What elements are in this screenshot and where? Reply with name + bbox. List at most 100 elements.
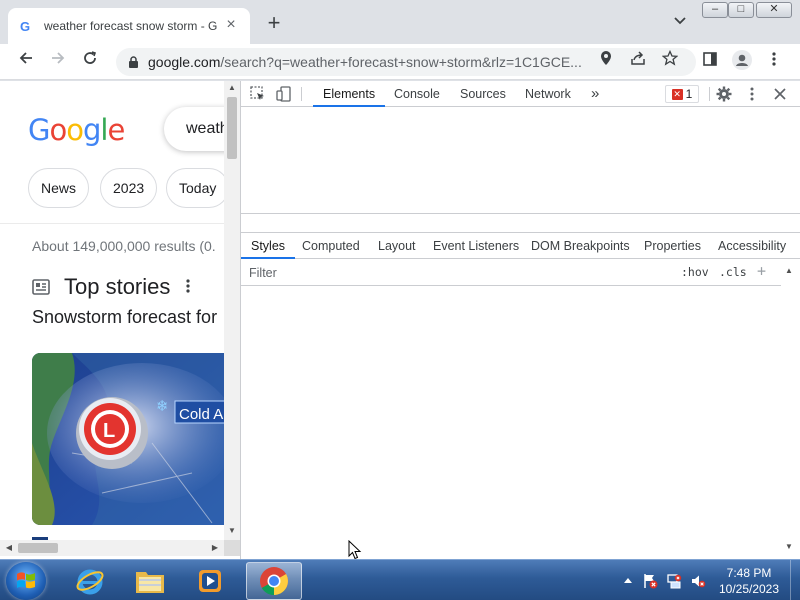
url-host: google.com: [148, 54, 221, 70]
chip-news[interactable]: News: [28, 168, 90, 208]
tab-close-icon[interactable]: ×: [222, 17, 240, 35]
scroll-thumb[interactable]: [227, 97, 237, 159]
cls-toggle-button[interactable]: .cls: [719, 265, 747, 279]
back-arrow-icon[interactable]: [14, 50, 38, 74]
devtools-menu-icon[interactable]: [743, 85, 761, 103]
chip-today[interactable]: Today: [166, 168, 230, 208]
scroll-right-icon[interactable]: ▶: [208, 540, 222, 556]
profile-avatar-icon[interactable]: [730, 50, 754, 74]
minimize-button[interactable]: –: [702, 2, 728, 18]
error-badge[interactable]: ✕ 1: [665, 85, 699, 103]
tab-elements[interactable]: Elements: [313, 81, 386, 107]
side-panel-icon[interactable]: [698, 50, 722, 74]
tab-styles[interactable]: Styles: [241, 233, 296, 259]
maximize-button[interactable]: □: [728, 2, 754, 18]
close-window-button[interactable]: ✕: [756, 2, 792, 18]
scroll-down-icon[interactable]: ▼: [785, 542, 793, 551]
scroll-left-icon[interactable]: ◀: [2, 540, 16, 556]
volume-muted-icon[interactable]: [690, 573, 706, 589]
taskbar-chrome[interactable]: [246, 562, 302, 600]
story-title-link[interactable]: Snowstorm forecast for: [32, 307, 217, 328]
error-icon: ✕: [671, 88, 683, 100]
google-favicon-icon: G: [18, 18, 34, 34]
page-horizontal-scrollbar[interactable]: ◀ ▶: [0, 540, 224, 556]
tab-computed[interactable]: Computed: [302, 233, 360, 259]
tab-strip: G weather forecast snow storm - G × + – …: [0, 0, 800, 44]
google-logo[interactable]: Google: [28, 113, 125, 147]
devtools-toolbar: Elements Console Sources Network » ✕ 1: [241, 81, 800, 107]
more-options-icon[interactable]: [186, 277, 190, 298]
share-icon[interactable]: [626, 50, 650, 74]
tab-accessibility[interactable]: Accessibility: [718, 233, 786, 259]
svg-text:G: G: [20, 19, 30, 33]
tab-network[interactable]: Network: [525, 81, 571, 107]
scroll-up-icon[interactable]: ▲: [785, 266, 793, 275]
system-clock[interactable]: 7:48 PM 10/25/2023: [712, 565, 786, 597]
new-style-rule-button[interactable]: +: [757, 262, 766, 280]
inspect-element-icon[interactable]: [249, 85, 267, 103]
breadcrumb-bar: [241, 215, 800, 233]
clock-time: 7:48 PM: [726, 566, 772, 580]
error-count: 1: [685, 87, 693, 101]
logo-letter: o: [49, 113, 67, 147]
action-center-flag-icon[interactable]: [642, 573, 658, 589]
taskbar-file-explorer[interactable]: [122, 562, 178, 600]
styles-filter-bar: Filter :hov .cls +: [241, 260, 781, 286]
page-vertical-scrollbar[interactable]: ▲ ▼: [224, 81, 240, 542]
device-toolbar-icon[interactable]: [275, 85, 293, 103]
logo-letter: G: [28, 113, 51, 147]
tab-properties[interactable]: Properties: [644, 233, 701, 259]
reload-icon[interactable]: [78, 50, 102, 74]
svg-text:❄: ❄: [156, 397, 169, 415]
browser-tab[interactable]: G weather forecast snow storm - G ×: [8, 8, 250, 44]
tab-sources[interactable]: Sources: [460, 81, 506, 107]
scroll-thumb-horizontal[interactable]: [18, 543, 58, 553]
divider: [0, 223, 240, 224]
low-pressure-marker: L: [103, 420, 115, 442]
url-path: /search?q=weather+forecast+snow+storm&rl…: [220, 54, 582, 70]
weather-map-image[interactable]: L ❄ Cold A: [32, 353, 232, 525]
toolbar-divider: [709, 87, 710, 101]
elements-tree-pane[interactable]: [241, 108, 800, 214]
styles-scrollbar[interactable]: ▲ ▼: [781, 260, 799, 557]
top-stories-heading: Top stories: [64, 274, 171, 299]
taskbar-media-player[interactable]: [182, 562, 238, 600]
tab-console[interactable]: Console: [394, 81, 440, 107]
more-tabs-icon[interactable]: »: [591, 81, 599, 107]
internet-explorer-icon: [76, 569, 104, 595]
start-button[interactable]: [6, 562, 46, 600]
results-count: About 149,000,000 results (0.: [32, 238, 216, 254]
browser-toolbar: google.com/search?q=weather+forecast+sno…: [0, 44, 800, 80]
filter-input[interactable]: Filter: [249, 266, 277, 280]
forward-arrow-icon[interactable]: [46, 50, 70, 74]
location-pin-icon[interactable]: [594, 50, 618, 74]
tab-layout[interactable]: Layout: [378, 233, 416, 259]
lock-icon[interactable]: [126, 55, 140, 69]
chrome-menu-icon[interactable]: [762, 50, 786, 74]
tab-search-icon[interactable]: [670, 14, 690, 34]
taskbar-internet-explorer[interactable]: [62, 562, 118, 600]
windows-taskbar: 7:48 PM 10/25/2023: [0, 559, 800, 600]
show-hidden-icons-icon[interactable]: [620, 573, 636, 589]
settings-gear-icon[interactable]: [715, 85, 733, 103]
folder-icon: [136, 572, 164, 593]
new-tab-button[interactable]: +: [262, 12, 286, 36]
logo-letter: e: [107, 113, 125, 147]
toolbar-divider: [301, 87, 302, 101]
show-desktop-button[interactable]: [790, 560, 800, 600]
media-player-icon: [199, 570, 221, 592]
chip-2023[interactable]: 2023: [100, 168, 158, 208]
scroll-up-icon[interactable]: ▲: [224, 81, 240, 95]
tab-dom-breakpoints[interactable]: DOM Breakpoints: [531, 233, 630, 259]
network-icon[interactable]: [666, 573, 682, 589]
windows-logo-icon: [17, 572, 35, 589]
url-text[interactable]: google.com/search?q=weather+forecast+sno…: [148, 54, 588, 70]
bookmark-star-icon[interactable]: [658, 49, 682, 74]
web-page: Google weath News 2023 Today About 149,0…: [0, 81, 240, 559]
tab-event-listeners[interactable]: Event Listeners: [433, 233, 519, 259]
hov-toggle-button[interactable]: :hov: [681, 265, 709, 279]
scroll-down-icon[interactable]: ▼: [224, 524, 240, 538]
clock-date: 10/25/2023: [718, 582, 780, 596]
scroll-corner: [224, 540, 240, 556]
close-devtools-icon[interactable]: [771, 85, 789, 103]
